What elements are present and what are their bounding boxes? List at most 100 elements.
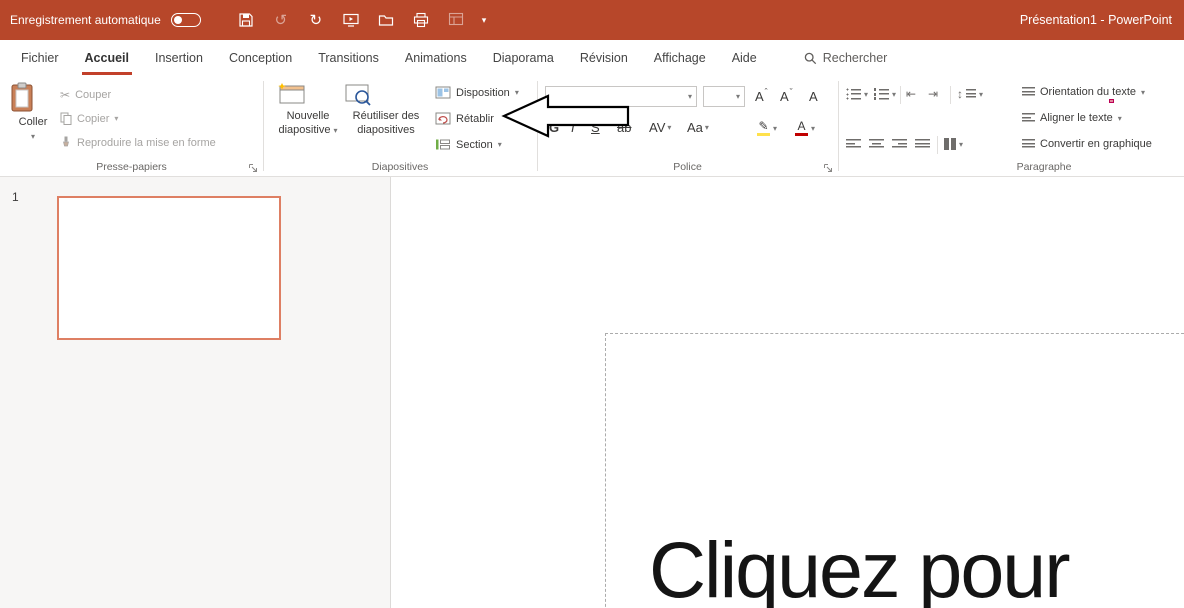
content-area: 1 Cliquez pour [0, 177, 1184, 608]
format-painter-icon [60, 136, 72, 149]
convert-smartart-label: Convertir en graphique [1040, 138, 1152, 150]
numbering-button[interactable]: ▾ [874, 88, 896, 100]
slideshow-icon[interactable] [342, 11, 360, 29]
font-size-select[interactable]: ▾ [703, 86, 745, 107]
slide-thumbnail[interactable] [57, 196, 281, 340]
columns-button[interactable]: ▾ [944, 138, 963, 150]
paste-button[interactable]: Coller ▾ [10, 82, 56, 142]
cut-label: Couper [75, 89, 111, 101]
preview-icon[interactable] [447, 11, 465, 29]
align-text-caret-icon: ▾ [1118, 114, 1122, 123]
bullets-button[interactable]: ▾ [846, 88, 868, 100]
tab-affichage[interactable]: Affichage [641, 40, 719, 76]
powerpoint-window: Enregistrement automatique ↺ ↻ [0, 0, 1184, 608]
reuse-slides-button[interactable]: Réutiliser des diapositives [343, 82, 429, 138]
font-name-caret-icon: ▾ [688, 92, 692, 101]
search-label: Rechercher [823, 51, 888, 65]
clipboard-icon [10, 82, 56, 112]
change-case-button[interactable]: Aa ▾ [687, 120, 709, 135]
tab-diaporama[interactable]: Diaporama [480, 40, 567, 76]
window-title: Présentation1 - PowerPoint [1020, 0, 1172, 40]
reset-icon [435, 112, 451, 125]
align-right-button[interactable] [892, 138, 907, 150]
print-icon[interactable] [412, 11, 430, 29]
paste-caret-icon[interactable]: ▾ [10, 132, 56, 142]
title-placeholder[interactable]: Cliquez pour [605, 333, 1184, 608]
convert-smartart-button[interactable]: Convertir en graphique [1022, 138, 1152, 150]
new-slide-caret-icon[interactable]: ▾ [334, 126, 338, 135]
qat-menu-caret-icon[interactable]: ▾ [482, 15, 487, 26]
decrease-indent-button[interactable]: ⇤ [906, 88, 916, 100]
reuse-slides-label-line1: Réutiliser des [353, 110, 420, 122]
increase-indent-button[interactable]: ⇥ [928, 88, 938, 100]
line-spacing-caret-icon: ▾ [979, 90, 983, 99]
decrease-font-caret-icon: ˇ [790, 88, 793, 97]
align-text-icon [1022, 112, 1035, 124]
character-spacing-label: AV [649, 120, 665, 135]
format-painter-button[interactable]: Reproduire la mise en forme [60, 136, 216, 149]
paste-label: Coller [19, 116, 48, 128]
annotation-arrow [498, 92, 634, 140]
tab-animations[interactable]: Animations [392, 40, 480, 76]
tab-aide[interactable]: Aide [719, 40, 770, 76]
clear-formatting-letter: A [809, 89, 818, 104]
group-paragraph: ▾ ▾ ⇤ ⇥ ↕ ▾ Orientation du texte [838, 76, 1184, 176]
align-center-button[interactable] [869, 138, 884, 150]
character-spacing-button[interactable]: AV ▾ [649, 120, 671, 135]
reset-label: Rétablir [456, 113, 494, 125]
slide-editing-area[interactable]: Cliquez pour [392, 177, 1184, 608]
new-slide-label-line1: Nouvelle [287, 110, 330, 122]
text-orientation-label: Orientation du texte [1040, 86, 1136, 98]
line-spacing-arrow-icon: ↕ [957, 88, 963, 100]
new-slide-icon [277, 82, 339, 106]
copy-caret-icon[interactable]: ▾ [114, 114, 118, 123]
font-color-bar [795, 133, 808, 136]
slides-group-label: Diapositives [263, 161, 537, 173]
autosave-toggle-knob [174, 16, 182, 24]
section-button[interactable]: Section ▾ [435, 138, 502, 151]
align-text-button[interactable]: Aligner le texte ▾ [1022, 112, 1122, 124]
tab-revision[interactable]: Révision [567, 40, 641, 76]
mini-separator [900, 86, 901, 104]
tab-accueil[interactable]: Accueil [72, 40, 142, 76]
line-spacing-button[interactable]: ↕ ▾ [957, 88, 983, 100]
text-orientation-icon [1022, 86, 1035, 98]
text-highlight-button[interactable]: ✎ ▾ [757, 120, 777, 136]
reset-button[interactable]: Rétablir [435, 112, 494, 125]
slide-number: 1 [12, 190, 19, 204]
align-left-button[interactable] [846, 138, 861, 150]
slide-thumbnail-panel: 1 [0, 177, 391, 608]
open-icon[interactable] [377, 11, 395, 29]
numbering-icon [874, 88, 889, 100]
ribbon-tab-bar: Fichier Accueil Insertion Conception Tra… [0, 40, 1184, 76]
scissors-icon: ✂ [60, 88, 70, 102]
undo-icon[interactable]: ↺ [272, 11, 290, 29]
tab-conception[interactable]: Conception [216, 40, 305, 76]
text-orientation-button[interactable]: Orientation du texte ▾ [1022, 86, 1145, 98]
decrease-font-letter: A [780, 89, 789, 104]
decrease-indent-icon: ⇤ [906, 88, 916, 100]
tab-transitions[interactable]: Transitions [305, 40, 392, 76]
redo-icon[interactable]: ↻ [307, 11, 325, 29]
section-caret-icon[interactable]: ▾ [498, 140, 502, 149]
change-case-caret-icon: ▾ [705, 123, 709, 132]
copy-button[interactable]: Copier ▾ [60, 112, 118, 125]
increase-font-size-button[interactable]: Aˆ [755, 89, 768, 104]
tab-insertion[interactable]: Insertion [142, 40, 216, 76]
autosave-toggle[interactable] [171, 13, 201, 27]
quick-access-toolbar: Enregistrement automatique ↺ ↻ [0, 11, 486, 29]
mini-separator [950, 86, 951, 104]
cut-button[interactable]: ✂ Couper [60, 88, 111, 102]
group-slides: Nouvelle diapositive ▾ Réutiliser des di… [263, 76, 537, 176]
tab-fichier[interactable]: Fichier [8, 40, 72, 76]
highlight-color-bar [757, 133, 770, 136]
new-slide-button[interactable]: Nouvelle diapositive ▾ [277, 82, 339, 138]
section-label: Section [456, 139, 493, 151]
font-color-button[interactable]: A ▾ [795, 120, 815, 136]
search-field[interactable]: Rechercher [804, 40, 888, 76]
increase-indent-icon: ⇥ [928, 88, 938, 100]
save-icon[interactable] [237, 11, 255, 29]
copy-icon [60, 112, 72, 125]
decrease-font-size-button[interactable]: Aˇ [780, 89, 793, 104]
justify-button[interactable] [915, 138, 930, 150]
